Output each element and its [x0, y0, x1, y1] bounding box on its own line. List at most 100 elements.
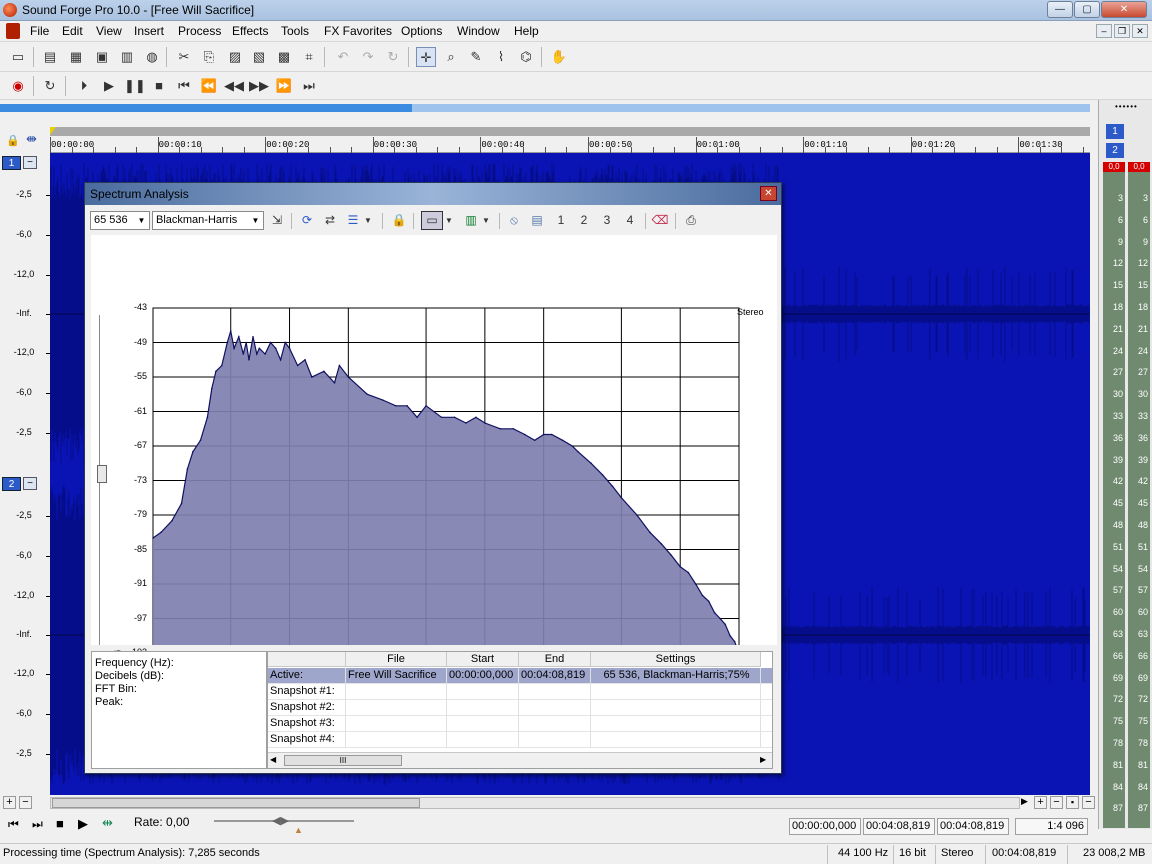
- minimize-button[interactable]: —: [1047, 1, 1073, 18]
- table-header-file[interactable]: File: [346, 652, 447, 667]
- print-icon[interactable]: ⎙: [682, 211, 700, 230]
- repeat-icon[interactable]: ↻: [383, 47, 403, 67]
- db-range-slider-thumb[interactable]: [97, 465, 107, 483]
- meter-options-dots[interactable]: ••••••: [1115, 102, 1138, 111]
- mdi-minimize-button[interactable]: –: [1096, 24, 1112, 38]
- menu-process[interactable]: Process: [178, 24, 221, 38]
- new-file-icon[interactable]: ▭: [8, 47, 28, 67]
- table-row[interactable]: Snapshot #2:: [268, 700, 772, 716]
- snapshot-4-button[interactable]: 4: [622, 211, 638, 230]
- zoom-in-level-button[interactable]: +: [3, 796, 16, 809]
- menu-edit[interactable]: Edit: [62, 24, 83, 38]
- loop-icon[interactable]: ↻: [40, 76, 60, 96]
- mdi-close-button[interactable]: ✕: [1132, 24, 1148, 38]
- menu-options[interactable]: Options: [401, 24, 442, 38]
- go-to-start-small-icon[interactable]: ⏮: [8, 817, 19, 832]
- go-to-start-icon[interactable]: ⏮: [174, 76, 194, 96]
- snapshot-1-button[interactable]: 1: [553, 211, 569, 230]
- graph-view-icon[interactable]: ▭: [421, 211, 443, 230]
- status-channels[interactable]: Stereo: [941, 847, 973, 859]
- rate-slider-thumb[interactable]: ◀▶: [272, 814, 289, 827]
- forward-icon[interactable]: ▶▶: [249, 76, 269, 96]
- pencil-tool-icon[interactable]: ✎: [466, 47, 486, 67]
- channel-1-minimize[interactable]: −: [23, 156, 37, 169]
- table-row[interactable]: Snapshot #4:: [268, 732, 772, 748]
- zoom-menu-button[interactable]: ▪: [1066, 796, 1079, 809]
- previous-marker-icon[interactable]: ⏪: [199, 76, 219, 96]
- menu-help[interactable]: Help: [514, 24, 539, 38]
- zoom-ratio-field[interactable]: 1:4 096: [1015, 818, 1088, 835]
- meter-ch1-button[interactable]: 1: [1106, 124, 1124, 139]
- undo-icon[interactable]: ↶: [333, 47, 353, 67]
- channel-2-button[interactable]: 2: [2, 477, 21, 491]
- table-horizontal-scrollbar[interactable]: ◀ III ▶: [268, 752, 772, 768]
- meter-ch2-button[interactable]: 2: [1106, 143, 1124, 158]
- no-peak-icon[interactable]: ⦸: [505, 211, 523, 230]
- refresh-icon[interactable]: ⟳: [298, 211, 316, 230]
- zoom-out-full-button[interactable]: −: [1082, 796, 1095, 809]
- redo-icon[interactable]: ↷: [358, 47, 378, 67]
- edit-tool-icon[interactable]: ✛: [416, 47, 436, 67]
- horizontal-scroll-thumb[interactable]: [52, 798, 420, 808]
- table-scroll-thumb[interactable]: III: [284, 755, 402, 766]
- overview-selection[interactable]: [0, 104, 412, 112]
- menu-fx-favorites[interactable]: FX Favorites: [324, 24, 392, 38]
- go-to-end-small-icon[interactable]: ⏭: [32, 817, 43, 832]
- rewind-icon[interactable]: ◀◀: [224, 76, 244, 96]
- paste-new-icon[interactable]: ▩: [274, 47, 294, 67]
- peak-hold-1[interactable]: 0,0: [1103, 162, 1125, 172]
- spectrum-close-button[interactable]: ✕: [760, 186, 777, 201]
- play-icon[interactable]: ▶: [99, 76, 119, 96]
- event-tool-icon[interactable]: ⌬: [516, 47, 536, 67]
- menu-effects[interactable]: Effects: [232, 24, 268, 38]
- maximize-button[interactable]: ▢: [1074, 1, 1100, 18]
- table-header-end[interactable]: End: [519, 652, 591, 667]
- status-sample-rate[interactable]: 44 100 Hz: [838, 847, 888, 859]
- scroll-left-arrow-icon[interactable]: ◀: [270, 755, 276, 764]
- chevron-down-icon[interactable]: ▼: [362, 211, 374, 230]
- play-all-icon[interactable]: ⏵: [74, 76, 94, 96]
- envelope-tool-icon[interactable]: ⌇: [491, 47, 511, 67]
- settings-icon[interactable]: ⇲: [268, 211, 286, 230]
- open-folder-icon[interactable]: ▤: [40, 47, 60, 67]
- peak-hold-2[interactable]: 0,0: [1128, 162, 1150, 172]
- menu-tools[interactable]: Tools: [281, 24, 309, 38]
- copy-icon[interactable]: ⎘: [199, 47, 219, 67]
- close-button[interactable]: ✕: [1101, 1, 1147, 18]
- table-row[interactable]: Snapshot #1:: [268, 684, 772, 700]
- zoom-out-level-button[interactable]: −: [19, 796, 32, 809]
- go-to-end-icon[interactable]: ⏭: [299, 76, 319, 96]
- marker-bar[interactable]: [50, 127, 1090, 136]
- snapshot-2-button[interactable]: 2: [576, 211, 592, 230]
- channel-mode-icon[interactable]: ☰: [344, 211, 362, 230]
- scroll-right-arrow-icon[interactable]: ▶: [1021, 796, 1028, 807]
- selection-length-field[interactable]: 00:04:08,819: [937, 818, 1009, 835]
- snap-icon[interactable]: ⇼: [26, 131, 37, 147]
- render-icon[interactable]: ▥: [117, 47, 137, 67]
- zoom-in-time-button[interactable]: +: [1034, 796, 1047, 809]
- statistics-icon[interactable]: ▤: [528, 211, 546, 230]
- status-bit-depth[interactable]: 16 bit: [899, 847, 926, 859]
- stop-small-icon[interactable]: ■: [56, 816, 64, 831]
- menu-insert[interactable]: Insert: [134, 24, 164, 38]
- publish-icon[interactable]: ◍: [142, 47, 162, 67]
- play-normal-icon[interactable]: ▶: [78, 816, 88, 832]
- scrub-icon[interactable]: ⇹: [102, 815, 113, 831]
- mdi-restore-button[interactable]: ❐: [1114, 24, 1130, 38]
- zoom-out-time-button[interactable]: −: [1050, 796, 1063, 809]
- mix-icon[interactable]: ▧: [249, 47, 269, 67]
- overview-track[interactable]: [412, 104, 1090, 112]
- lock-icon[interactable]: 🔒: [6, 134, 20, 147]
- stop-icon[interactable]: ■: [149, 76, 169, 96]
- plugin-chainer-icon[interactable]: ✋: [549, 47, 569, 67]
- monitor-icon[interactable]: ⇄: [321, 211, 339, 230]
- save-as-icon[interactable]: ▣: [92, 47, 112, 67]
- table-header-start[interactable]: Start: [447, 652, 519, 667]
- eraser-icon[interactable]: ⌫: [651, 211, 669, 230]
- table-row[interactable]: Snapshot #3:: [268, 716, 772, 732]
- selection-start-field[interactable]: 00:00:00,000: [789, 818, 861, 835]
- trim-icon[interactable]: ⌗: [299, 47, 319, 67]
- chevron-down-icon[interactable]: ▼: [443, 211, 455, 230]
- pause-icon[interactable]: ❚❚: [124, 76, 146, 96]
- table-header-settings[interactable]: Settings: [591, 652, 761, 667]
